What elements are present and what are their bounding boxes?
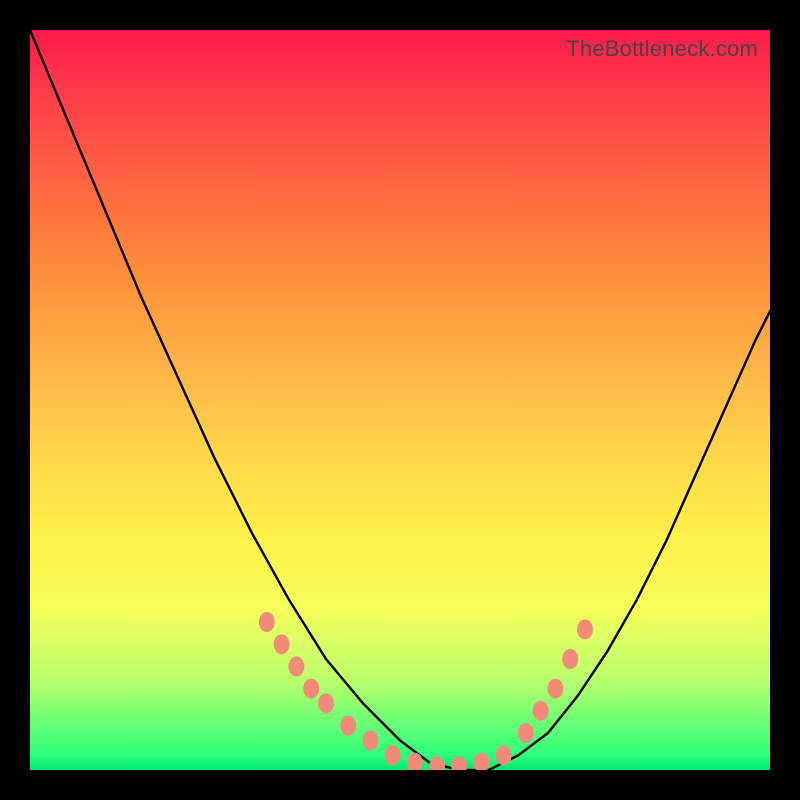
highlight-dot <box>562 649 578 669</box>
highlight-dot <box>385 745 401 765</box>
chart-plot-area: TheBottleneck.com <box>30 30 770 770</box>
highlight-dot <box>362 730 378 750</box>
highlight-dot <box>473 753 489 770</box>
chart-frame: TheBottleneck.com <box>0 0 800 800</box>
highlight-dot <box>547 679 563 699</box>
highlight-dot <box>288 656 304 676</box>
highlight-dot <box>340 716 356 736</box>
highlight-dot <box>318 693 334 713</box>
bottleneck-curve-path <box>30 30 770 770</box>
highlight-dot <box>496 745 512 765</box>
highlight-dot <box>259 612 275 632</box>
highlight-dot <box>303 679 319 699</box>
highlight-dot <box>451 756 467 770</box>
highlight-dot <box>518 723 534 743</box>
chart-svg <box>30 30 770 770</box>
highlight-dot <box>274 634 290 654</box>
highlight-dot <box>429 756 445 770</box>
highlight-dot <box>533 701 549 721</box>
highlight-dots-group <box>259 612 593 770</box>
highlight-dot <box>577 619 593 639</box>
